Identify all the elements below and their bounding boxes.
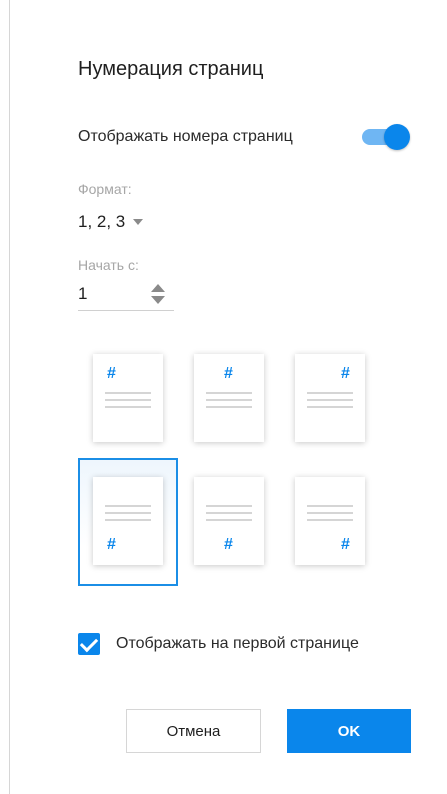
text-line — [206, 392, 252, 394]
text-line — [307, 399, 353, 401]
chevron-down-icon — [133, 219, 144, 225]
text-line — [307, 392, 353, 394]
position-option-top-left[interactable]: # — [78, 335, 178, 463]
position-option-top-center[interactable]: # — [179, 335, 279, 463]
position-option-bottom-left[interactable]: # — [78, 458, 178, 586]
text-line — [105, 399, 151, 401]
start-at-label: Начать с: — [78, 257, 139, 273]
format-value: 1, 2, 3 — [78, 212, 126, 231]
text-line — [307, 406, 353, 408]
position-option-bottom-center[interactable]: # — [179, 458, 279, 586]
decrement-arrow-icon[interactable] — [151, 296, 165, 304]
page-thumbnail: # — [93, 354, 163, 442]
page-thumbnail: # — [295, 477, 365, 565]
position-option-top-right[interactable]: # — [280, 335, 380, 463]
start-at-stepper — [78, 280, 174, 311]
page-number-marker: # — [107, 365, 116, 382]
page-number-marker: # — [224, 365, 233, 382]
page-number-marker: # — [341, 365, 350, 382]
text-line — [105, 392, 151, 394]
format-select[interactable]: 1, 2, 3 — [78, 209, 144, 235]
position-option-bottom-right[interactable]: # — [280, 458, 380, 586]
show-page-numbers-label: Отображать номера страниц — [78, 128, 293, 145]
checkmark-icon — [79, 633, 99, 653]
ok-button[interactable]: OK — [287, 709, 411, 753]
show-page-numbers-toggle[interactable] — [360, 124, 410, 150]
page-number-marker: # — [224, 536, 233, 553]
cancel-button[interactable]: Отмена — [126, 709, 261, 753]
text-line — [105, 505, 151, 507]
text-line — [307, 519, 353, 521]
format-label: Формат: — [78, 181, 132, 197]
text-line — [105, 406, 151, 408]
text-line — [307, 512, 353, 514]
page-thumbnail: # — [194, 354, 264, 442]
text-line — [206, 519, 252, 521]
dialog-title: Нумерация страниц — [78, 58, 264, 80]
text-line — [105, 519, 151, 521]
start-at-input[interactable] — [78, 282, 138, 306]
text-line — [206, 406, 252, 408]
text-line — [206, 512, 252, 514]
show-on-first-page-label: Отображать на первой странице — [116, 635, 359, 652]
text-line — [206, 505, 252, 507]
text-line — [206, 399, 252, 401]
dialog-left-border — [9, 0, 10, 794]
toggle-thumb — [384, 124, 410, 150]
page-number-marker: # — [107, 536, 116, 553]
page-number-marker: # — [341, 536, 350, 553]
page-thumbnail: # — [93, 477, 163, 565]
increment-arrow-icon[interactable] — [151, 284, 165, 292]
text-line — [307, 505, 353, 507]
page-thumbnail: # — [194, 477, 264, 565]
show-on-first-page-checkbox[interactable] — [78, 633, 100, 655]
text-line — [105, 512, 151, 514]
show-on-first-page-row[interactable]: Отображать на первой странице — [78, 633, 359, 655]
page-thumbnail: # — [295, 354, 365, 442]
